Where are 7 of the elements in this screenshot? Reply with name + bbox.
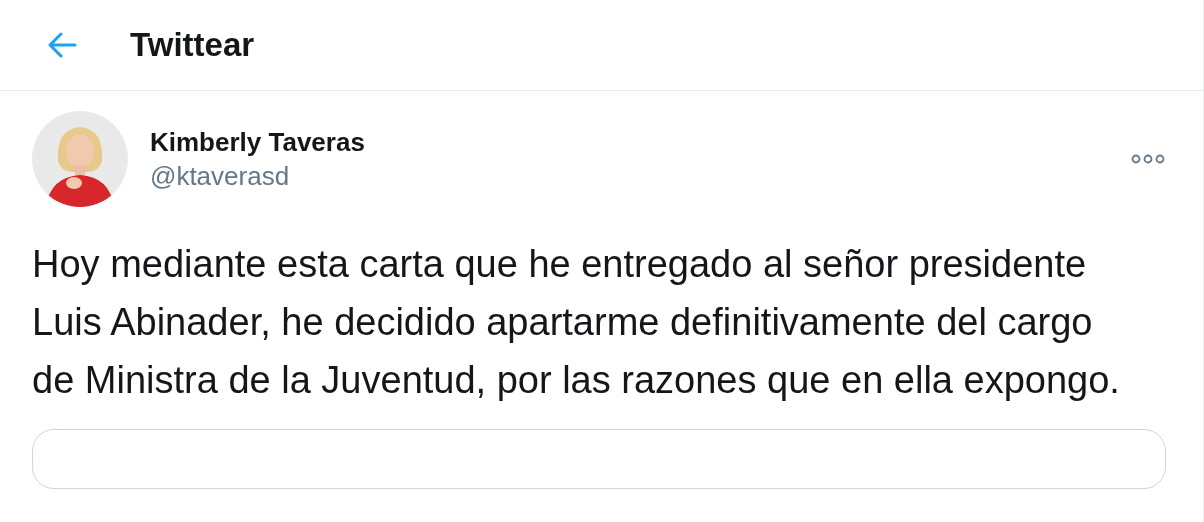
attachment-card[interactable] — [32, 429, 1166, 489]
back-arrow-icon — [47, 32, 77, 58]
tweet-text: Hoy mediante esta carta que he entregado al señor presidente Luis Abinader, he decidido apartarme definitivamente del cargo de Ministra de la Juventud, por las razones que en ella expongo. — [32, 242, 1121, 403]
author-name[interactable]: Kimberly Taveras — [150, 125, 365, 159]
page-title: Twittear — [130, 25, 255, 66]
author-handle[interactable]: @ktaverasd — [150, 159, 365, 193]
more-icon — [1131, 154, 1165, 164]
